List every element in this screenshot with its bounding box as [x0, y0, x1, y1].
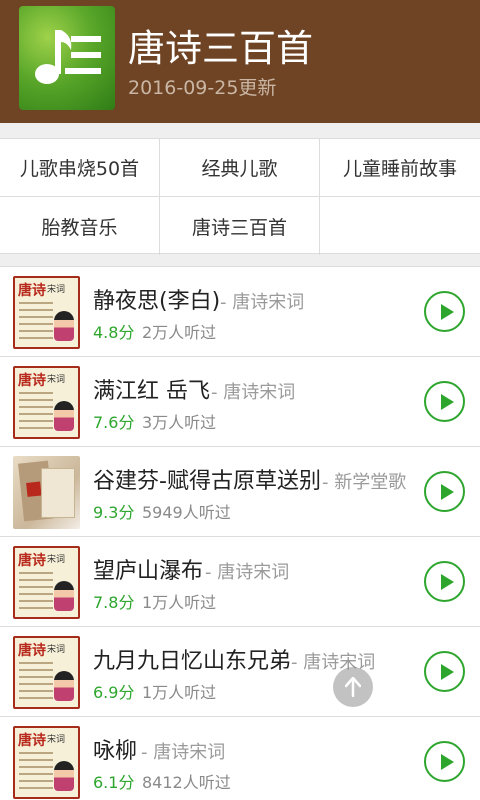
song-thumbnail: 唐诗 宋词	[13, 546, 80, 619]
play-button[interactable]	[424, 471, 465, 512]
song-title: 静夜思(李白)	[93, 289, 221, 314]
song-category: - 新学堂歌	[322, 472, 407, 493]
app-header: 唐诗三百首 2016-09-25更新	[0, 0, 480, 123]
list-item[interactable]: 唐诗 宋词 望庐山瀑布 - 唐诗宋词 7.8分 1万人听过	[0, 537, 480, 627]
play-icon	[441, 574, 454, 590]
listen-count: 8412人听过	[142, 773, 231, 792]
scroll-to-top-button[interactable]	[333, 667, 373, 707]
music-note-icon	[35, 30, 101, 84]
song-title: 咏柳	[93, 739, 138, 764]
listen-count: 5949人听过	[142, 503, 231, 522]
song-title: 望庐山瀑布	[93, 559, 204, 584]
app-logo	[19, 6, 115, 110]
category-tang-poems[interactable]: 唐诗三百首	[160, 197, 320, 255]
play-button[interactable]	[424, 741, 465, 782]
play-icon	[441, 304, 454, 320]
listen-count: 3万人听过	[142, 413, 217, 432]
play-button[interactable]	[424, 291, 465, 332]
song-thumbnail: 唐诗 宋词	[13, 276, 80, 349]
category-classic-songs[interactable]: 经典儿歌	[160, 139, 320, 197]
category-prenatal-music[interactable]: 胎教音乐	[0, 197, 160, 255]
song-score: 7.8分	[93, 593, 135, 612]
list-item[interactable]: 唐诗 宋词 咏柳 - 唐诗宋词 6.1分 8412人听过	[0, 717, 480, 800]
song-thumbnail: 唐诗 宋词	[13, 366, 80, 439]
listen-count: 2万人听过	[142, 323, 217, 342]
play-icon	[441, 754, 454, 770]
song-title: 九月九日忆山东兄弟	[93, 649, 292, 674]
song-thumbnail	[13, 456, 80, 529]
song-title: 满江红 岳飞	[93, 379, 210, 404]
list-item[interactable]: 唐诗 宋词 满江红 岳飞 - 唐诗宋词 7.6分 3万人听过	[0, 357, 480, 447]
song-thumbnail: 唐诗 宋词	[13, 636, 80, 709]
play-button[interactable]	[424, 651, 465, 692]
category-bedtime-stories[interactable]: 儿童睡前故事	[320, 139, 480, 197]
song-thumbnail: 唐诗 宋词	[13, 726, 80, 799]
song-category: - 唐诗宋词	[205, 562, 290, 583]
listen-count: 1万人听过	[142, 683, 217, 702]
update-date: 2016-09-25更新	[128, 77, 277, 99]
song-category: - 唐诗宋词	[211, 382, 296, 403]
page-title: 唐诗三百首	[128, 27, 313, 70]
arrow-up-icon	[345, 677, 361, 697]
category-grid: 儿歌串烧50首 经典儿歌 儿童睡前故事 胎教音乐 唐诗三百首	[0, 138, 480, 255]
play-icon	[441, 664, 454, 680]
song-score: 4.8分	[93, 323, 135, 342]
play-button[interactable]	[424, 561, 465, 602]
category-nursery-medley[interactable]: 儿歌串烧50首	[0, 139, 160, 197]
song-title: 谷建芬-赋得古原草送别	[93, 469, 321, 494]
play-icon	[441, 484, 454, 500]
song-score: 9.3分	[93, 503, 135, 522]
list-item[interactable]: 唐诗 宋词 九月九日忆山东兄弟 - 唐诗宋词 6.9分 1万人听过	[0, 627, 480, 717]
play-button[interactable]	[424, 381, 465, 422]
play-icon	[441, 394, 454, 410]
listen-count: 1万人听过	[142, 593, 217, 612]
song-category: - 唐诗宋词	[141, 742, 226, 763]
list-item[interactable]: 唐诗 宋词 静夜思(李白) - 唐诗宋词 4.8分 2万人听过	[0, 267, 480, 357]
song-score: 7.6分	[93, 413, 135, 432]
song-score: 6.9分	[93, 683, 135, 702]
song-category: - 唐诗宋词	[220, 292, 305, 313]
song-score: 6.1分	[93, 773, 135, 792]
song-list: 唐诗 宋词 静夜思(李白) - 唐诗宋词 4.8分 2万人听过 唐诗 宋词 满江红 …	[0, 266, 480, 800]
list-item[interactable]: 谷建芬-赋得古原草送别 - 新学堂歌 9.3分 5949人听过	[0, 447, 480, 537]
